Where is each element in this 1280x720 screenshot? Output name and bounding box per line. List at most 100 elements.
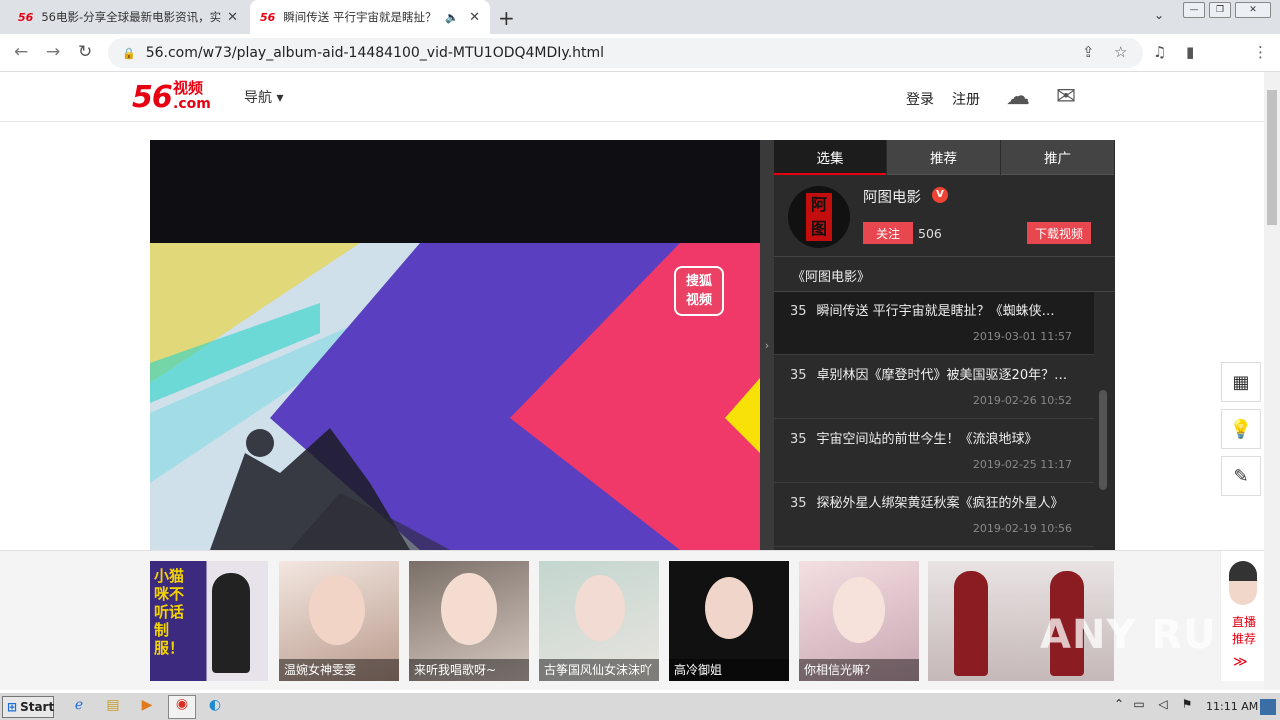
episode-number: 35 [790, 368, 807, 383]
minimize-window-button[interactable]: — [1183, 2, 1205, 18]
edit-note-icon[interactable]: ✎ [1221, 456, 1261, 496]
page-scrollbar-thumb[interactable] [1267, 90, 1277, 225]
live-thumb-6[interactable]: 你相信光嘛？ [799, 561, 919, 681]
double-chevron-icon[interactable]: ≫ [1233, 654, 1248, 670]
live-thumb-1[interactable]: 小猫咪不听话 制服！ [150, 561, 268, 681]
side-panel-icon[interactable]: ▮ [1186, 43, 1194, 61]
download-video-button[interactable]: 下载视频 [1027, 222, 1091, 244]
taskbar-clock[interactable]: 11:11 AM [1206, 700, 1258, 713]
new-tab-button[interactable]: + [498, 6, 515, 30]
lightbulb-icon[interactable]: 💡 [1221, 409, 1261, 449]
ie-icon[interactable]: ℯ [68, 697, 90, 717]
browser-tab-1[interactable]: 56 56电影-分享全球最新电影资讯，实时 ✕ [8, 0, 248, 34]
site-favicon: 56 [260, 10, 276, 24]
upload-cloud-icon[interactable]: ☁ [1006, 82, 1030, 110]
site-favicon: 56 [18, 10, 34, 24]
episode-number: 35 [790, 304, 807, 319]
thumb-person-shape [212, 573, 250, 673]
browser-toolbar: ← → ↻ 🔒 56.com/w73/play_album-aid-144841… [0, 34, 1280, 96]
episode-title: 35 瞬间传送 平行宇宙就是瞎扯？《蜘蛛侠… [790, 300, 1078, 319]
episode-date: 2019-02-19 10:56 [972, 522, 1072, 535]
windows-logo-icon: ⊞ [7, 700, 18, 714]
uploader-name[interactable]: 阿图电影 [863, 186, 921, 207]
thumb-caption: 来听我唱歌呀~ [409, 659, 529, 681]
media-player-icon[interactable]: ▶ [136, 697, 158, 717]
episode-item[interactable]: 35 卓别林因《摩登时代》被美国驱逐20年？… 2019-02-26 10:52 [774, 356, 1094, 419]
episode-item[interactable]: 35 探秘外星人绑架黄廷秋案《疯狂的外星人》 2019-02-19 10:56 [774, 484, 1094, 547]
register-link[interactable]: 注册 [952, 89, 980, 109]
tray-expand-icon[interactable]: ⌃ [1108, 697, 1130, 717]
media-control-icon[interactable]: ♫ [1153, 43, 1166, 61]
close-window-button[interactable]: ✕ [1235, 2, 1271, 18]
restore-window-button[interactable]: ❐ [1209, 2, 1231, 18]
folder-icon[interactable]: ▤ [102, 697, 124, 717]
episode-date: 2019-02-26 10:52 [972, 394, 1072, 407]
thumb-face-shape [833, 577, 885, 643]
live-thumb-2[interactable]: 温婉女神雯雯 [279, 561, 399, 681]
close-tab-icon[interactable]: ✕ [227, 10, 238, 25]
qr-code-icon[interactable]: ▦ [1221, 362, 1261, 402]
episode-item[interactable]: 35 宇宙空间站的前世今生！《流浪地球》 2019-02-25 11:17 [774, 420, 1094, 483]
thumb-caption: 温婉女神雯雯 [279, 659, 399, 681]
menu-kebab-icon[interactable]: ⋮ [1253, 43, 1268, 61]
video-player[interactable]: 搜狐 视频 [150, 140, 760, 550]
tab-title: 56电影-分享全球最新电影资讯，实时 [41, 10, 222, 24]
windows-taskbar: ⊞ Start ℯ ▤ ▶ ◉ ◐ ⌃ ▭ ◁ ⚑ 11:11 AM [0, 692, 1280, 720]
mail-icon[interactable]: ✉ [1056, 82, 1076, 110]
episode-title: 35 宇宙空间站的前世今生！《流浪地球》 [790, 428, 1078, 447]
thumb-face-shape [705, 577, 753, 639]
chrome-icon[interactable]: ◉ [168, 695, 196, 719]
close-tab-icon[interactable]: ✕ [469, 10, 480, 25]
live-thumb-4[interactable]: 古筝国风仙女沫沫吖 [539, 561, 659, 681]
tray-network-icon[interactable]: ▭ [1128, 697, 1150, 717]
thumb-face-shape [575, 575, 625, 641]
episode-title-text: 探秘外星人绑架黄廷秋案《疯狂的外星人》 [816, 496, 1064, 511]
nav-dropdown[interactable]: 导航 ▾ [244, 87, 283, 107]
follow-button[interactable]: 关注 [863, 222, 913, 244]
episode-list-scrollbar[interactable] [1099, 390, 1107, 490]
share-icon[interactable]: ⇪ [1082, 43, 1095, 61]
tab-recommend[interactable]: 推荐 [887, 140, 1000, 175]
live-recommend-label[interactable]: 直播 推荐 [1229, 614, 1259, 648]
episode-number: 35 [790, 432, 807, 447]
episode-date: 2019-03-01 11:57 [972, 330, 1072, 343]
panel-toggle-button[interactable]: › [760, 140, 774, 550]
thumb-face-shape [309, 575, 365, 645]
lock-icon[interactable]: 🔒 [122, 47, 136, 60]
logo-com[interactable]: .com [173, 96, 211, 112]
site-header: 56 视频 .com 导航 ▾ 登录 注册 ☁ ✉ [0, 72, 1264, 122]
login-link[interactable]: 登录 [906, 89, 934, 109]
episode-list: 35 瞬间传送 平行宇宙就是瞎扯？《蜘蛛侠… 2019-03-01 11:57 3… [774, 292, 1094, 550]
episode-date: 2019-02-25 11:17 [972, 458, 1072, 471]
tray-speaker-icon[interactable]: ◁ [1152, 697, 1174, 717]
tab-search-icon[interactable]: ⌄ [1154, 8, 1164, 22]
tray-flag-icon[interactable]: ⚑ [1176, 697, 1198, 717]
start-button[interactable]: ⊞ Start [2, 696, 54, 718]
address-bar[interactable]: 🔒 56.com/w73/play_album-aid-14484100_vid… [108, 38, 1143, 68]
avatar-text: 阿图 [806, 193, 832, 241]
tab-episodes[interactable]: 选集 [774, 140, 886, 175]
episode-title-text: 瞬间传送 平行宇宙就是瞎扯？《蜘蛛侠… [816, 304, 1055, 319]
logo-text[interactable]: 视频 [173, 80, 203, 96]
edge-icon[interactable]: ◐ [204, 697, 226, 717]
episode-item-active[interactable]: 35 瞬间传送 平行宇宙就是瞎扯？《蜘蛛侠… 2019-03-01 11:57 [774, 292, 1094, 355]
reload-icon[interactable]: ↻ [78, 42, 92, 62]
back-arrow-icon[interactable]: ← [14, 42, 28, 62]
episode-title: 35 探秘外星人绑架黄廷秋案《疯狂的外星人》 [790, 492, 1078, 511]
speaker-icon[interactable]: 🔈 [445, 11, 459, 24]
live-thumb-5[interactable]: 高冷御姐 [669, 561, 789, 681]
video-frame[interactable] [150, 243, 760, 550]
episode-title-text: 宇宙空间站的前世今生！《流浪地球》 [816, 432, 1038, 447]
verified-badge-icon: V [932, 187, 948, 203]
streamer-avatar [1229, 561, 1257, 605]
live-thumb-3[interactable]: 来听我唱歌呀~ [409, 561, 529, 681]
thumb-caption: 你相信光嘛？ [799, 659, 919, 681]
browser-tab-2-active[interactable]: 56 瞬间传送 平行宇宙就是瞎扯？ 🔈 ✕ [250, 0, 490, 34]
site-logo[interactable]: 56 [132, 80, 173, 115]
show-desktop-icon[interactable] [1260, 699, 1276, 715]
tab-promotion[interactable]: 推广 [1001, 140, 1114, 175]
bookmark-star-icon[interactable]: ☆ [1114, 43, 1127, 61]
forward-arrow-icon[interactable]: → [46, 42, 60, 62]
uploader-avatar[interactable]: 阿图 [788, 186, 850, 248]
browser-tab-strip: 56 56电影-分享全球最新电影资讯，实时 ✕ 56 瞬间传送 平行宇宙就是瞎扯… [0, 0, 1280, 34]
